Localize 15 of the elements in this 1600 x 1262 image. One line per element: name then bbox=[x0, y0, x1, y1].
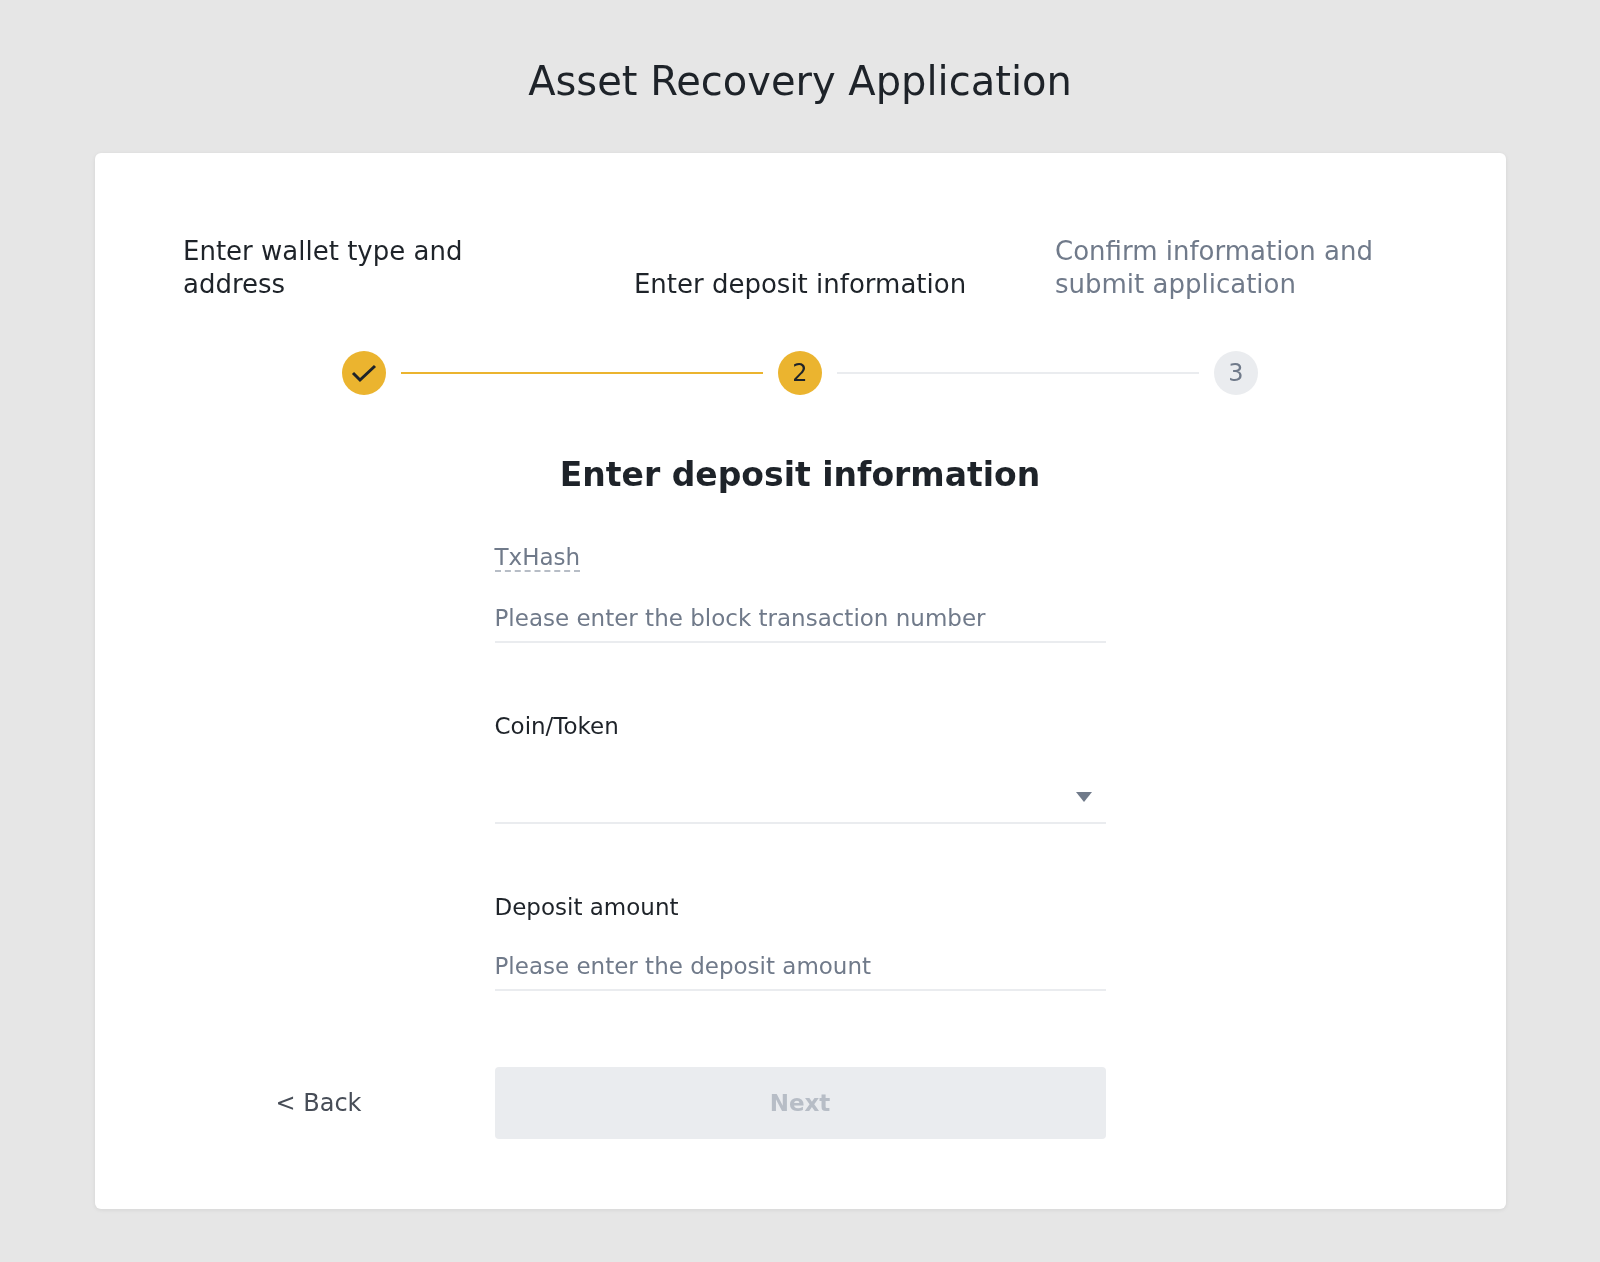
field-label: TxHash bbox=[494, 544, 581, 572]
step-label: Enter wallet type and address bbox=[182, 235, 464, 301]
field-label: Coin/Token bbox=[494, 713, 619, 739]
input-field[interactable]: Please enter the deposit amount bbox=[494, 953, 1106, 991]
page-title: Asset Recovery Application bbox=[528, 58, 1072, 106]
step-label: Enter deposit information bbox=[632, 268, 968, 301]
step-label: Confirm information and submit application bbox=[1054, 235, 1374, 301]
input-field[interactable]: Please enter the block transaction number bbox=[494, 605, 1106, 643]
form-heading: Enter deposit information bbox=[559, 455, 1041, 494]
back-link[interactable]: < Back bbox=[175, 1089, 495, 1117]
field-label: Deposit amount bbox=[494, 894, 679, 920]
step-number: 3 bbox=[1214, 351, 1258, 395]
dropdown-caret-icon bbox=[1075, 792, 1092, 802]
step-number: 2 bbox=[778, 351, 822, 395]
check-icon bbox=[351, 363, 377, 383]
